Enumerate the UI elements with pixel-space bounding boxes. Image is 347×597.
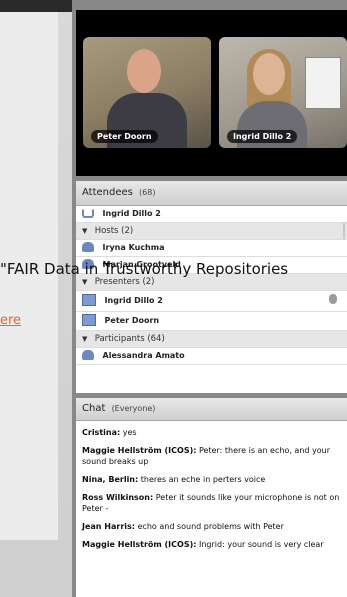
attendee-row[interactable]: Iryna Kuchma xyxy=(76,240,347,257)
meeting-panel: Peter Doorn Ingrid Dillo 2 Attendees (68… xyxy=(72,0,347,597)
chevron-down-icon: ▼ xyxy=(82,227,88,235)
chat-message: Nina, Berlin: theres an eche in perters … xyxy=(82,475,266,484)
presentation-title-overlay: "FAIR Data in Trustworthy Repositories xyxy=(0,260,289,278)
chat-message: Ross Wilkinson: Peter it sounds like you… xyxy=(82,493,340,513)
chat-message: Cristina: yes xyxy=(82,428,137,437)
background-poster xyxy=(305,57,341,109)
scrollbar-edge xyxy=(343,223,345,239)
attendees-title: Attendees xyxy=(82,187,133,198)
attendees-count: (68) xyxy=(139,188,156,197)
attendee-row[interactable]: Ingrid Dillo 2 xyxy=(76,291,347,312)
chat-messages: Cristina: yes Maggie Hellström (ICOS): P… xyxy=(76,421,347,550)
attendee-row-phone[interactable]: Ingrid Dillo 2 xyxy=(76,206,347,223)
chevron-down-icon: ▼ xyxy=(82,335,88,343)
chat-header: Chat (Everyone) xyxy=(76,398,347,421)
chat-message: Maggie Hellström (ICOS): Ingrid: your so… xyxy=(82,540,324,549)
presenter-icon xyxy=(82,313,96,326)
presenter-icon xyxy=(82,293,96,306)
video-tile-ingrid-dillo[interactable]: Ingrid Dillo 2 xyxy=(219,37,347,148)
chat-scope: (Everyone) xyxy=(111,404,156,413)
background-page: ere xyxy=(0,0,72,597)
background-bottom xyxy=(0,540,72,597)
video-tile-peter-doorn[interactable]: Peter Doorn xyxy=(83,37,211,148)
video-tile-label: Ingrid Dillo 2 xyxy=(227,130,298,143)
chat-title: Chat xyxy=(82,403,106,414)
video-tile-label: Peter Doorn xyxy=(91,130,158,143)
background-top-bar xyxy=(0,0,72,12)
chat-message: Maggie Hellström (ICOS): Peter: there is… xyxy=(82,446,331,466)
chat-message: Jean Harris: echo and sound problems wit… xyxy=(82,522,284,531)
speaker-head xyxy=(253,53,285,95)
background-link[interactable]: ere xyxy=(0,313,21,328)
chat-pod: Chat (Everyone) Cristina: yes Maggie Hel… xyxy=(76,398,347,597)
video-pod: Peter Doorn Ingrid Dillo 2 xyxy=(76,10,347,176)
attendees-pod: Attendees (68) Ingrid Dillo 2 ▼ Hosts (2… xyxy=(76,181,347,393)
attendee-row[interactable]: Alessandra Amato xyxy=(76,348,347,365)
microphone-icon xyxy=(329,294,337,304)
attendee-row[interactable]: Peter Doorn xyxy=(76,312,347,331)
group-hosts[interactable]: ▼ Hosts (2) xyxy=(76,223,347,240)
speaker-head xyxy=(127,49,161,93)
person-icon xyxy=(82,349,94,360)
person-icon xyxy=(82,241,94,252)
attendees-header: Attendees (68) xyxy=(76,181,347,206)
phone-icon xyxy=(82,207,94,218)
group-participants[interactable]: ▼ Participants (64) xyxy=(76,331,347,348)
